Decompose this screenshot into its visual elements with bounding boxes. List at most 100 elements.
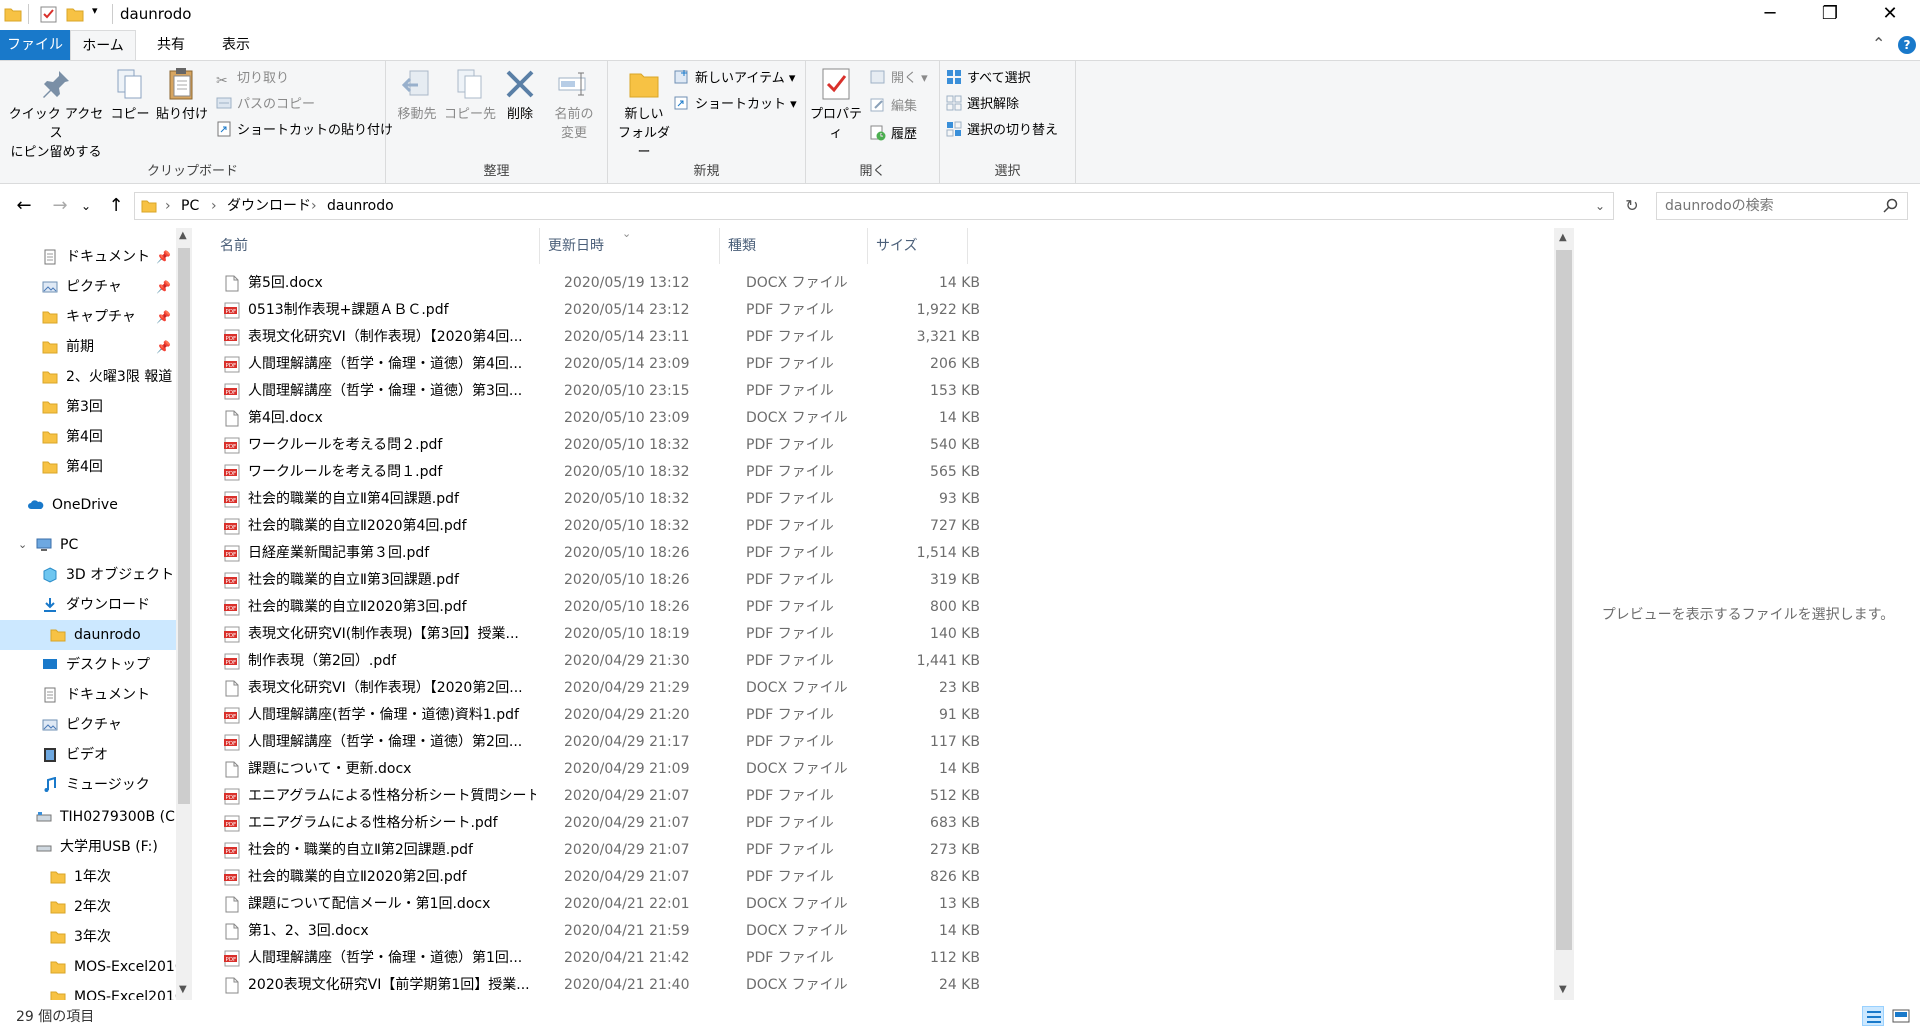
expand-chevron-icon[interactable]: ⌄ <box>18 530 27 560</box>
file-row[interactable]: PDF 社会的職業的自立Ⅱ第3回課題.pdf 2020/05/10 18:26 PDF… <box>218 567 980 594</box>
collapse-ribbon-icon[interactable]: ⌃ <box>1872 34 1885 53</box>
nav-item[interactable]: 2、火曜3限 報道 <box>0 362 176 392</box>
nav-item[interactable]: キャプチャ 📌 <box>0 302 176 332</box>
file-row[interactable]: 2020表現文化研究VI【前学期第1回】授業... 2020/04/21 21:4… <box>218 972 980 999</box>
paste-shortcut-button[interactable]: ショートカットの貼り付け <box>216 119 393 143</box>
column-header-type[interactable]: 種類 <box>720 228 868 264</box>
file-row[interactable]: PDF 人間理解講座（哲学・倫理・道徳）第2回... 2020/04/29 21:1… <box>218 729 980 756</box>
close-button[interactable]: ✕ <box>1860 0 1920 30</box>
file-row[interactable]: 第4回.docx 2020/05/10 23:09 DOCX ファイル 14 KB <box>218 405 980 432</box>
minimize-button[interactable]: ─ <box>1740 0 1800 30</box>
file-row[interactable]: 課題について・更新.docx 2020/04/29 21:09 DOCX ファイル 1… <box>218 756 980 783</box>
nav-item[interactable]: 第4回 <box>0 452 176 482</box>
file-row[interactable]: PDF 制作表現（第2回）.pdf 2020/04/29 21:30 PDF ファイル… <box>218 648 980 675</box>
new-item-button[interactable]: 新しいアイテム ▾ <box>674 67 795 91</box>
edit-button[interactable]: 編集 <box>870 95 917 119</box>
properties-button[interactable]: プロパティ <box>806 67 866 143</box>
history-button[interactable]: 履歴 <box>870 123 917 147</box>
nav-item[interactable]: ミュージック <box>0 770 176 800</box>
properties-check-icon[interactable] <box>40 6 58 24</box>
nav-item[interactable]: 3年次 <box>0 922 176 952</box>
file-row[interactable]: PDF 人間理解講座（哲学・倫理・道徳）第4回... 2020/05/14 23:0… <box>218 351 980 378</box>
help-icon[interactable]: ? <box>1898 36 1916 54</box>
nav-item[interactable]: OneDrive <box>0 490 176 520</box>
file-row[interactable]: PDF 人間理解講座（哲学・倫理・道徳）第1回... 2020/04/21 21:4… <box>218 945 980 972</box>
file-row[interactable]: PDF 社会的職業的自立Ⅱ第4回課題.pdf 2020/05/10 18:32 PDF… <box>218 486 980 513</box>
file-row[interactable]: 表現文化研究VI（制作表現）【2020第2回... 2020/04/29 21:2… <box>218 675 980 702</box>
file-row[interactable]: PDF 人間理解講座（哲学・倫理・道徳）第3回... 2020/05/10 23:1… <box>218 378 980 405</box>
new-folder-icon[interactable] <box>66 6 84 22</box>
large-icons-view-icon[interactable] <box>1890 1006 1912 1026</box>
scrollbar-thumb[interactable] <box>1556 250 1572 950</box>
file-row[interactable]: PDF 日経産業新聞記事第３回.pdf 2020/05/10 18:26 PDF ファ… <box>218 540 980 567</box>
recent-locations-button[interactable]: ⌄ <box>74 194 98 218</box>
scroll-up-icon[interactable]: ▲ <box>179 230 187 241</box>
nav-item[interactable]: MOS-Excel2010 <box>0 982 176 1000</box>
file-row[interactable]: PDF 社会的職業的自立Ⅱ2020第4回.pdf 2020/05/10 18:32 P… <box>218 513 980 540</box>
file-row[interactable]: 第1、2、3回.docx 2020/04/21 21:59 DOCX ファイル 14 … <box>218 918 980 945</box>
address-history-dropdown-icon[interactable]: ⌄ <box>1595 193 1605 219</box>
file-row[interactable]: PDF 社会的・職業的自立Ⅱ第2回課題.pdf 2020/04/29 21:07 PD… <box>218 837 980 864</box>
file-row[interactable]: PDF 社会的職業的自立Ⅱ2020第3回.pdf 2020/05/10 18:26 P… <box>218 594 980 621</box>
delete-button[interactable]: 削除 <box>500 67 540 124</box>
search-input[interactable] <box>1657 193 1877 219</box>
copy-button[interactable]: コピー <box>110 67 150 124</box>
paste-button[interactable]: 貼り付け <box>154 67 210 124</box>
nav-item[interactable]: 2年次 <box>0 892 176 922</box>
restore-button[interactable]: ❐ <box>1800 0 1860 30</box>
search-icon[interactable] <box>1883 198 1899 214</box>
file-row[interactable]: 第5回.docx 2020/05/19 13:12 DOCX ファイル 14 KB <box>218 270 980 297</box>
invert-selection-button[interactable]: 選択の切り替え <box>946 119 1058 143</box>
file-row[interactable]: PDF ワークルールを考える問２.pdf 2020/05/10 18:32 PDF フ… <box>218 432 980 459</box>
breadcrumb-daunrodo[interactable]: daunrodo <box>327 193 394 219</box>
scroll-up-icon[interactable]: ▲ <box>1559 232 1567 243</box>
open-button[interactable]: 開く ▾ <box>870 67 928 91</box>
up-button[interactable]: ↑ <box>104 194 128 218</box>
nav-item[interactable]: 第3回 <box>0 392 176 422</box>
quick-access-dropdown-icon[interactable]: ▾ <box>92 4 98 17</box>
tab-home[interactable]: ホーム <box>70 30 136 60</box>
nav-item[interactable]: PC ⌄ <box>0 530 176 560</box>
nav-item[interactable]: ビデオ <box>0 740 176 770</box>
tab-file[interactable]: ファイル <box>0 30 70 60</box>
details-view-icon[interactable] <box>1862 1006 1884 1026</box>
tab-share[interactable]: 共有 <box>140 30 202 60</box>
file-row[interactable]: PDF エニアグラムによる性格分析シート質問シート.pdf 2020/04/29 2… <box>218 783 980 810</box>
select-all-button[interactable]: すべて選択 <box>946 67 1031 91</box>
back-button[interactable]: ← <box>12 194 36 218</box>
nav-item[interactable]: 大学用USB (F:) <box>0 832 176 862</box>
nav-item[interactable]: ピクチャ <box>0 710 176 740</box>
nav-item[interactable]: デスクトップ <box>0 650 176 680</box>
nav-item[interactable]: daunrodo <box>0 620 176 650</box>
cut-button[interactable]: ✂ 切り取り <box>216 67 289 91</box>
column-header-size[interactable]: サイズ <box>868 228 968 264</box>
nav-item[interactable]: ドキュメント 📌 <box>0 242 176 272</box>
file-list-scrollbar[interactable]: ▲ ▼ <box>1554 228 1574 1002</box>
nav-item[interactable]: TIH0279300B (C: <box>0 802 176 832</box>
nav-item[interactable]: 1年次 <box>0 862 176 892</box>
file-row[interactable]: PDF 社会的職業的自立Ⅱ2020第2回.pdf 2020/04/29 21:07 P… <box>218 864 980 891</box>
file-row[interactable]: PDF ワークルールを考える問１.pdf 2020/05/10 18:32 PDF フ… <box>218 459 980 486</box>
copy-path-button[interactable]: パスのコピー <box>216 93 315 117</box>
nav-item[interactable]: ダウンロード <box>0 590 176 620</box>
nav-item[interactable]: 前期 📌 <box>0 332 176 362</box>
file-row[interactable]: PDF 0513制作表現+課題ＡＢＣ.pdf 2020/05/14 23:12 PDF… <box>218 297 980 324</box>
breadcrumb-downloads[interactable]: ダウンロード <box>227 193 311 219</box>
pin-to-quick-access-button[interactable]: クイック アクセス にピン留めする <box>4 67 108 162</box>
select-none-button[interactable]: 選択解除 <box>946 93 1019 117</box>
nav-item[interactable]: ドキュメント <box>0 680 176 710</box>
rename-button[interactable]: 名前の 変更 <box>546 67 602 143</box>
forward-button[interactable]: → <box>48 194 72 218</box>
address-bar[interactable]: › PC › ダウンロード › daunrodo ⌄ <box>134 192 1614 220</box>
copy-to-button[interactable]: コピー先 <box>444 67 496 124</box>
column-header-name[interactable]: 名前 <box>212 228 540 264</box>
file-row[interactable]: PDF エニアグラムによる性格分析シート.pdf 2020/04/29 21:07 P… <box>218 810 980 837</box>
scroll-down-icon[interactable]: ▼ <box>1559 984 1567 995</box>
file-row[interactable]: PDF 表現文化研究VI(制作表現)【第3回】授業... 2020/05/10 18… <box>218 621 980 648</box>
column-header-date[interactable]: 更新日時 ⌄ <box>540 228 720 264</box>
file-row[interactable]: PDF 人間理解講座(哲学・倫理・道徳)資料1.pdf 2020/04/29 21:… <box>218 702 980 729</box>
new-folder-button[interactable]: 新しい フォルダー <box>612 67 676 162</box>
easy-access-button[interactable]: ショートカット ▾ <box>674 93 797 117</box>
navigation-scrollbar[interactable]: ▲ ▼ <box>176 228 192 1000</box>
breadcrumb-pc[interactable]: PC <box>181 193 199 219</box>
